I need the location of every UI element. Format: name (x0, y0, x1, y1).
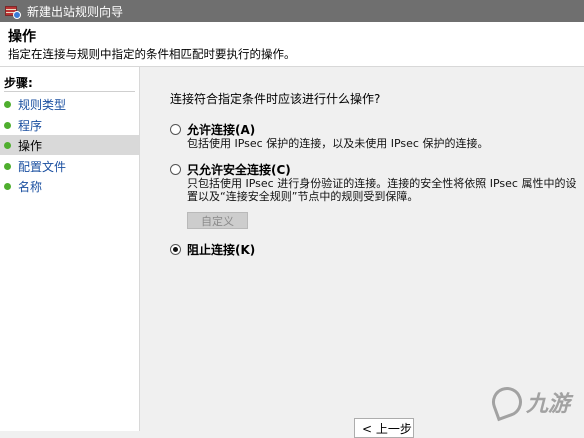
steps-label: 步骤: (4, 76, 33, 90)
allow-connection-option[interactable]: 允许连接(A) (170, 121, 255, 138)
step-bullet-icon (4, 182, 11, 190)
window-title: 新建出站规则向导 (27, 4, 124, 19)
secure-connection-option[interactable]: 只允许安全连接(C) (170, 161, 291, 178)
secure-connection-description: 只包括使用 IPsec 进行身份验证的连接。连接的安全性将依照 IPsec 属性… (187, 177, 577, 203)
sidebar-item-profile[interactable]: 配置文件 (0, 156, 139, 176)
step-bullet-icon (4, 100, 11, 108)
sidebar-item-name[interactable]: 名称 (0, 176, 139, 196)
customize-button: 自定义 (187, 212, 248, 229)
step-bullet-icon (4, 162, 11, 170)
sidebar-item-label: 规则类型 (18, 97, 67, 112)
action-question: 连接符合指定条件时应该进行什么操作? (170, 92, 381, 106)
page-description: 指定在连接与规则中指定的条件相匹配时要执行的操作。 (8, 47, 296, 61)
block-connection-radio[interactable] (170, 244, 181, 255)
sidebar-item-rule-type[interactable]: 规则类型 (0, 94, 139, 114)
option-label: 允许连接(A) (187, 123, 256, 137)
back-button[interactable]: < 上一步 (354, 418, 414, 438)
steps-sidebar: 步骤: 规则类型 程序 操作 配置文件 名称 (0, 67, 140, 431)
title-bar: 新建出站规则向导 (0, 0, 584, 22)
sidebar-item-program[interactable]: 程序 (0, 115, 139, 135)
sidebar-item-label: 名称 (18, 179, 43, 194)
step-bullet-icon (4, 141, 11, 149)
page-header: 操作 指定在连接与规则中指定的条件相匹配时要执行的操作。 (0, 22, 584, 67)
sidebar-item-label: 配置文件 (18, 159, 67, 174)
sidebar-item-label: 程序 (18, 118, 43, 133)
divider (4, 91, 135, 92)
allow-connection-radio[interactable] (170, 124, 181, 135)
page-title: 操作 (8, 29, 36, 45)
sidebar-item-label: 操作 (18, 138, 43, 153)
option-label: 只允许安全连接(C) (187, 163, 291, 177)
secure-connection-radio[interactable] (170, 164, 181, 175)
firewall-icon (5, 4, 21, 19)
allow-connection-description: 包括使用 IPsec 保护的连接，以及未使用 IPsec 保护的连接。 (187, 137, 489, 150)
block-connection-option[interactable]: 阻止连接(K) (170, 241, 255, 258)
main-panel: 连接符合指定条件时应该进行什么操作? 允许连接(A) 包括使用 IPsec 保护… (140, 67, 584, 438)
sidebar-item-action[interactable]: 操作 (0, 135, 139, 155)
step-bullet-icon (4, 121, 11, 129)
option-label: 阻止连接(K) (187, 243, 256, 257)
